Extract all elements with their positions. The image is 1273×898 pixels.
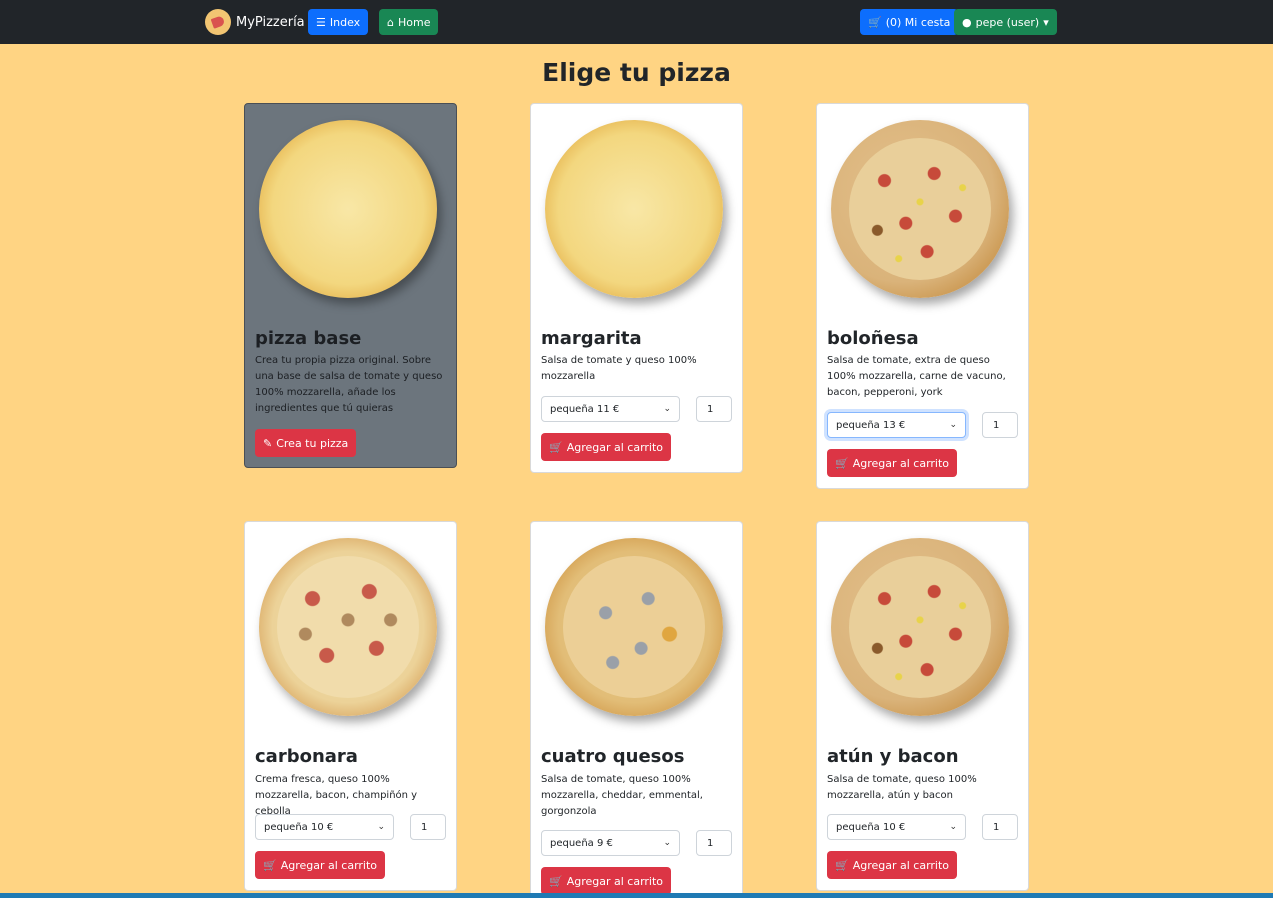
add-to-cart-label: Agregar al carrito: [566, 440, 664, 454]
cart-plus-icon: 🛒: [549, 874, 563, 888]
cart-plus-icon: 🛒: [835, 456, 849, 470]
pizza-image: [831, 538, 1009, 716]
quantity-input[interactable]: 1: [982, 814, 1018, 840]
chevron-down-icon: ⌄: [949, 822, 957, 832]
pizza-name: boloñesa: [827, 328, 919, 349]
size-value: pequeña 13 €: [836, 419, 906, 431]
pizza-name: pizza base: [255, 328, 362, 349]
add-to-cart-label: Agregar al carrito: [852, 456, 950, 470]
caret-down-icon: ▾: [1043, 15, 1049, 29]
pizza-description: Salsa de tomate y queso 100% mozzarella: [541, 355, 697, 382]
pizza-card: boloñesa Salsa de tomate, extra de queso…: [816, 103, 1029, 489]
add-to-cart-label: Agregar al carrito: [566, 874, 664, 888]
cart-plus-icon: 🛒: [263, 858, 277, 872]
user-menu-button[interactable]: ● pepe (user) ▾: [954, 9, 1057, 35]
pizza-card: pizza base Crea tu propia pizza original…: [244, 103, 457, 468]
pizza-name: carbonara: [255, 746, 358, 767]
create-pizza-button[interactable]: ✎ Crea tu pizza: [255, 429, 357, 457]
pizza-name: atún y bacon: [827, 746, 959, 767]
pizza-card: margarita Salsa de tomate y queso 100% m…: [530, 103, 743, 473]
pizza-card: atún y bacon Salsa de tomate, queso 100%…: [816, 521, 1029, 891]
pizza-name: cuatro quesos: [541, 746, 685, 767]
pizza-card: cuatro quesos Salsa de tomate, queso 100…: [530, 521, 743, 898]
add-to-cart-button[interactable]: 🛒 Agregar al carrito: [541, 433, 672, 461]
size-select[interactable]: pequeña 13 € ⌄: [827, 412, 966, 438]
list-icon: ☰: [316, 15, 326, 29]
pizza-image: [545, 538, 723, 716]
chevron-down-icon: ⌄: [949, 420, 957, 430]
cart-plus-icon: 🛒: [835, 858, 849, 872]
pizza-logo-icon: [205, 9, 231, 35]
home-label: Home: [397, 15, 431, 29]
quantity-input[interactable]: 1: [410, 814, 446, 840]
pencil-icon: ✎: [263, 436, 273, 450]
brand-name: MyPizzería: [236, 14, 305, 30]
pizza-image: [259, 538, 437, 716]
chevron-down-icon: ⌄: [663, 838, 671, 848]
page-title: Elige tu pizza: [542, 58, 731, 87]
home-icon: ⌂: [387, 15, 394, 29]
chevron-down-icon: ⌄: [377, 822, 385, 832]
bottom-edge: [0, 893, 1273, 898]
add-to-cart-label: Agregar al carrito: [280, 858, 378, 872]
cart-icon: 🛒: [868, 15, 882, 29]
pizza-description: Salsa de tomate, extra de queso 100% moz…: [827, 355, 1006, 398]
size-select[interactable]: pequeña 9 € ⌄: [541, 830, 680, 856]
pizza-description: Crea tu propia pizza original. Sobre una…: [255, 355, 443, 414]
brand[interactable]: MyPizzería: [205, 9, 305, 35]
quantity-input[interactable]: 1: [696, 830, 732, 856]
add-to-cart-button[interactable]: 🛒 Agregar al carrito: [827, 449, 958, 477]
size-select[interactable]: pequeña 10 € ⌄: [255, 814, 394, 840]
size-select[interactable]: pequeña 10 € ⌄: [827, 814, 966, 840]
size-value: pequeña 11 €: [550, 403, 620, 415]
add-to-cart-button[interactable]: 🛒 Agregar al carrito: [255, 851, 386, 879]
pizza-description: Salsa de tomate, queso 100% mozzarella, …: [827, 774, 977, 801]
create-pizza-label: Crea tu pizza: [276, 436, 349, 450]
cart-button[interactable]: 🛒 (0) Mi cesta: [860, 9, 959, 35]
add-to-cart-button[interactable]: 🛒 Agregar al carrito: [541, 867, 672, 895]
cart-plus-icon: 🛒: [549, 440, 563, 454]
pizza-image: [831, 120, 1009, 298]
pizza-name: margarita: [541, 328, 642, 349]
index-button[interactable]: ☰ Index: [308, 9, 369, 35]
home-button[interactable]: ⌂ Home: [379, 9, 439, 35]
size-select[interactable]: pequeña 11 € ⌄: [541, 396, 680, 422]
user-icon: ●: [962, 15, 972, 29]
pizza-description: Salsa de tomate, queso 100% mozzarella, …: [541, 774, 703, 817]
size-value: pequeña 9 €: [550, 837, 613, 849]
size-value: pequeña 10 €: [836, 821, 906, 833]
pizza-image: [545, 120, 723, 298]
index-label: Index: [329, 15, 361, 29]
navbar: MyPizzería ☰ Index ⌂ Home 🛒 (0) Mi cesta…: [0, 0, 1273, 44]
quantity-input[interactable]: 1: [982, 412, 1018, 438]
add-to-cart-button[interactable]: 🛒 Agregar al carrito: [827, 851, 958, 879]
pizza-description: Crema fresca, queso 100% mozzarella, bac…: [255, 774, 418, 817]
add-to-cart-label: Agregar al carrito: [852, 858, 950, 872]
pizza-card: carbonara Crema fresca, queso 100% mozza…: [244, 521, 457, 891]
cart-label: (0) Mi cesta: [885, 15, 951, 29]
chevron-down-icon: ⌄: [663, 404, 671, 414]
pizza-image: [259, 120, 437, 298]
user-label: pepe (user): [975, 15, 1040, 29]
size-value: pequeña 10 €: [264, 821, 334, 833]
quantity-input[interactable]: 1: [696, 396, 732, 422]
